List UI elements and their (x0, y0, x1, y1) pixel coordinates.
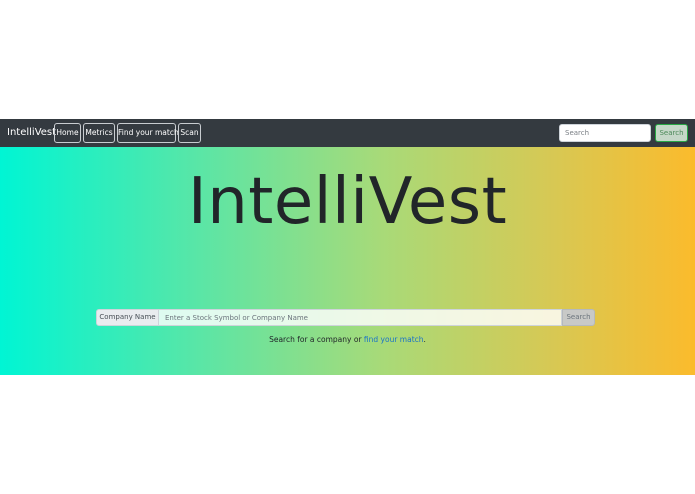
find-your-match-link[interactable]: find your match (364, 335, 424, 344)
helper-prefix: Search for a company or (269, 335, 364, 344)
page: IntelliVest Home Metrics Find your match… (0, 0, 695, 494)
navbar-brand[interactable]: IntelliVest (7, 126, 56, 140)
navbar-search-input[interactable] (559, 124, 651, 142)
hero-section: IntelliVest Company Name Search Search f… (0, 147, 695, 375)
company-search-button[interactable]: Search (562, 309, 595, 326)
nav-scan-button[interactable]: Scan (178, 123, 201, 143)
company-name-label: Company Name (96, 309, 159, 326)
nav-home-button[interactable]: Home (54, 123, 81, 143)
helper-suffix: . (423, 335, 426, 344)
top-navbar: IntelliVest Home Metrics Find your match… (0, 119, 695, 147)
nav-metrics-button[interactable]: Metrics (83, 123, 115, 143)
company-search-group: Company Name Search (96, 309, 599, 326)
search-helper-text: Search for a company or find your match. (0, 334, 695, 345)
hero-title: IntelliVest (187, 165, 508, 239)
nav-find-your-match-button[interactable]: Find your match (117, 123, 179, 143)
company-search-input[interactable] (159, 309, 562, 326)
navbar-search-button[interactable]: Search (655, 124, 688, 142)
